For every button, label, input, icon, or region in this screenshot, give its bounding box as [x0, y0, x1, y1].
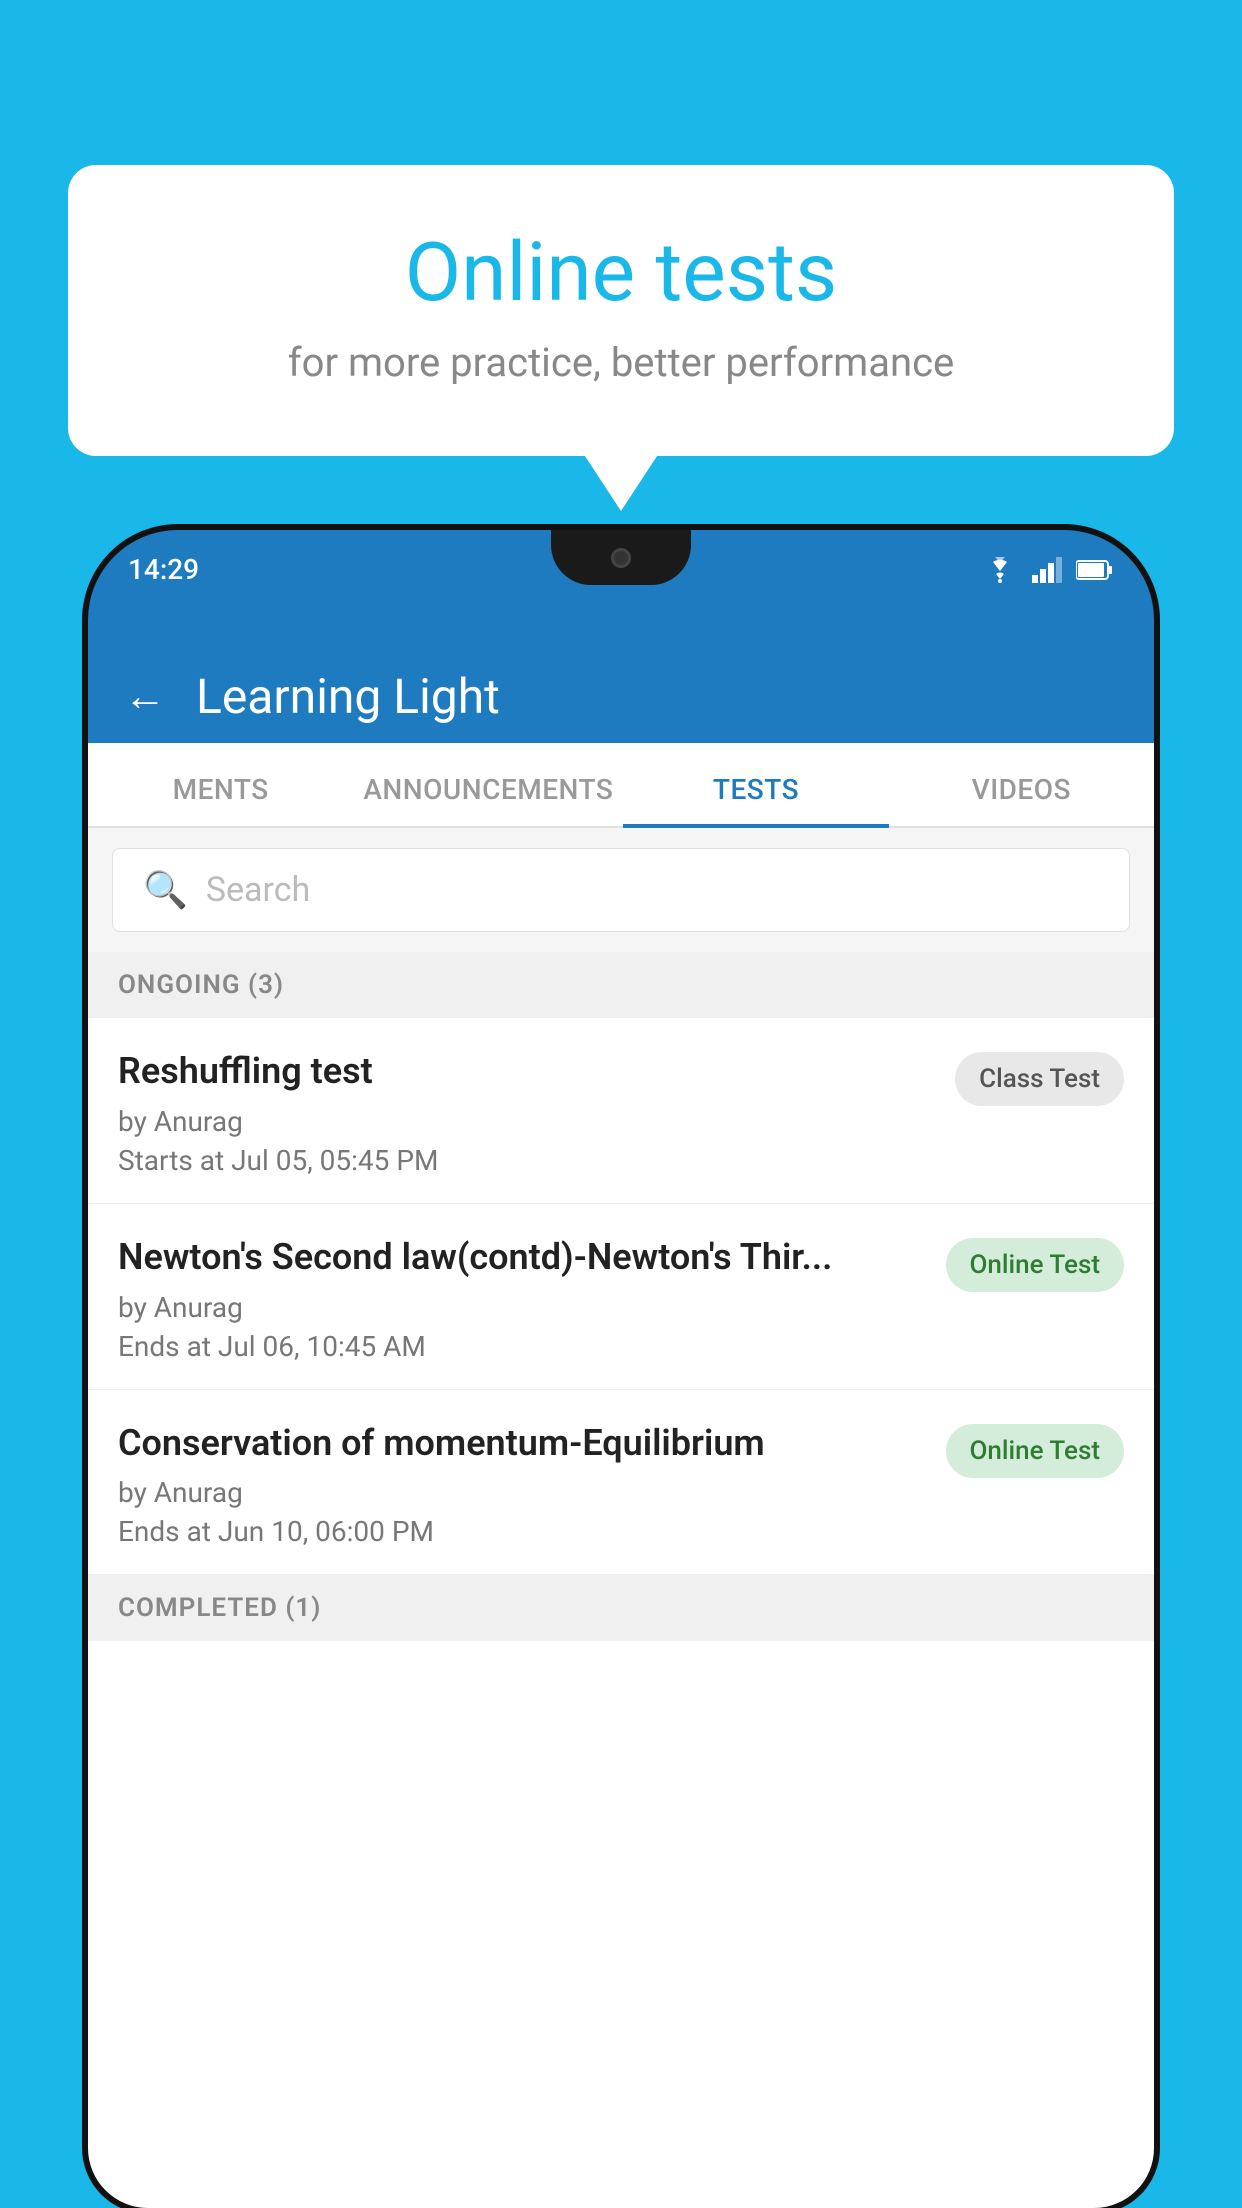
ongoing-section-header: ONGOING (3): [88, 952, 1154, 1018]
test-badge-3: Online Test: [946, 1424, 1125, 1478]
phone-notch: [551, 530, 691, 585]
test-info-3: Conservation of momentum-Equilibrium by …: [118, 1420, 926, 1549]
app-header: ← Learning Light: [88, 650, 1154, 743]
wifi-icon: [982, 557, 1018, 583]
test-name-1: Reshuffling test: [118, 1048, 935, 1095]
test-badge-2: Online Test: [946, 1238, 1125, 1292]
speech-bubble: Online tests for more practice, better p…: [68, 165, 1174, 456]
tab-videos[interactable]: VIDEOS: [889, 743, 1154, 826]
tab-tests[interactable]: TESTS: [623, 743, 888, 826]
search-placeholder: Search: [206, 870, 310, 910]
bubble-title: Online tests: [148, 225, 1094, 321]
phone-screen: ← Learning Light MENTS ANNOUNCEMENTS TES…: [88, 650, 1154, 2208]
camera-dot: [611, 548, 631, 568]
tab-ments[interactable]: MENTS: [88, 743, 353, 826]
test-name-3: Conservation of momentum-Equilibrium: [118, 1420, 926, 1467]
test-time-3: Ends at Jun 10, 06:00 PM: [118, 1515, 926, 1548]
test-time-1: Starts at Jul 05, 05:45 PM: [118, 1144, 935, 1177]
search-bar[interactable]: 🔍 Search: [112, 848, 1130, 932]
search-container: 🔍 Search: [88, 828, 1154, 952]
battery-icon: [1076, 559, 1114, 581]
test-item-1[interactable]: Reshuffling test by Anurag Starts at Jul…: [88, 1018, 1154, 1204]
tab-bar: MENTS ANNOUNCEMENTS TESTS VIDEOS: [88, 743, 1154, 828]
search-icon: 🔍: [143, 869, 188, 911]
test-item-3[interactable]: Conservation of momentum-Equilibrium by …: [88, 1390, 1154, 1576]
test-time-2: Ends at Jul 06, 10:45 AM: [118, 1330, 926, 1363]
app-title: Learning Light: [196, 668, 500, 725]
test-name-2: Newton's Second law(contd)-Newton's Thir…: [118, 1234, 926, 1281]
test-by-2: by Anurag: [118, 1291, 926, 1324]
back-button[interactable]: ←: [124, 676, 166, 718]
test-info-2: Newton's Second law(contd)-Newton's Thir…: [118, 1234, 926, 1363]
test-badge-1: Class Test: [955, 1052, 1124, 1106]
test-info-1: Reshuffling test by Anurag Starts at Jul…: [118, 1048, 935, 1177]
signal-icon: [1032, 557, 1062, 583]
tab-announcements[interactable]: ANNOUNCEMENTS: [353, 743, 623, 826]
bubble-subtitle: for more practice, better performance: [148, 339, 1094, 386]
status-time: 14:29: [128, 553, 199, 586]
phone-top: 14:29: [88, 530, 1154, 650]
promo-bubble: Online tests for more practice, better p…: [68, 165, 1174, 456]
test-by-3: by Anurag: [118, 1476, 926, 1509]
test-item-2[interactable]: Newton's Second law(contd)-Newton's Thir…: [88, 1204, 1154, 1390]
completed-section-header: COMPLETED (1): [88, 1575, 1154, 1641]
status-icons: [982, 557, 1114, 583]
test-by-1: by Anurag: [118, 1105, 935, 1138]
phone-frame: 14:29: [88, 530, 1154, 2208]
